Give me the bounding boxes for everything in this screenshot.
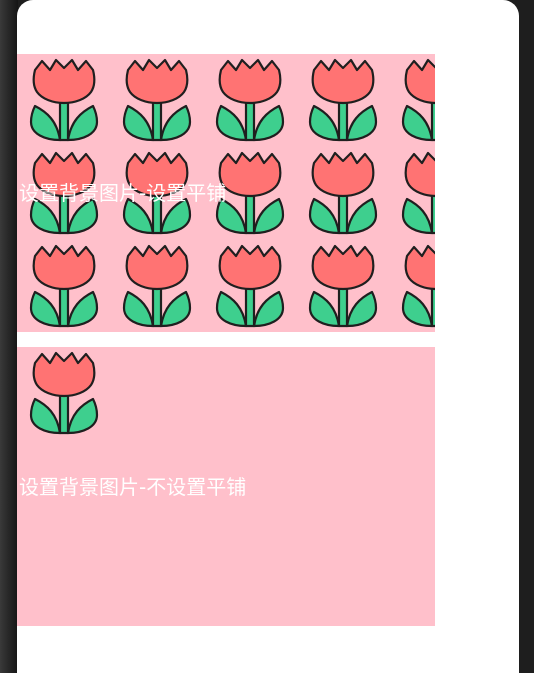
tulip-icon [203, 54, 296, 147]
background-no-repeat-panel: 设置背景图片-不设置平铺 [17, 347, 435, 626]
tulip-icon [110, 240, 203, 332]
tulip-icon [389, 240, 435, 332]
background-repeat-panel: 设置背景图片-设置平铺 [17, 54, 435, 332]
tulip-icon [389, 54, 435, 147]
tulip-icon [17, 54, 110, 147]
tulip-icon [389, 147, 435, 240]
tulip-icon [296, 54, 389, 147]
tulip-icon [110, 54, 203, 147]
repeat-panel-label: 设置背景图片-设置平铺 [19, 181, 227, 205]
app-screen: 设置背景图片-设置平铺 设置背景图片-不设置平铺 [17, 0, 519, 673]
tulip-icon [203, 240, 296, 332]
tulip-icon [296, 147, 389, 240]
device-frame: 设置背景图片-设置平铺 设置背景图片-不设置平铺 [0, 0, 534, 673]
tulip-icon [296, 240, 389, 332]
no-repeat-panel-label: 设置背景图片-不设置平铺 [19, 475, 247, 499]
tulip-icon [17, 240, 110, 332]
tulip-icon [17, 347, 110, 440]
